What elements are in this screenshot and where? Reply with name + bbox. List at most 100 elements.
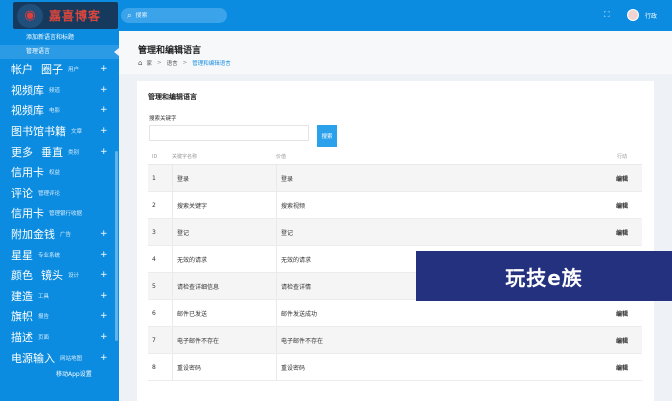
sidebar-item-categories[interactable]: 更多 垂直 类别 + [0,141,119,162]
keyword-input[interactable] [149,125,309,141]
row-id: 5 [152,282,156,290]
sidebar-item-label: 镜头 [41,269,63,283]
row-value: 登录 [276,165,602,191]
chevron-right-icon: > [182,60,188,66]
plus-icon: + [100,105,108,116]
row-value: 登记 [276,219,602,245]
row-id: 2 [152,201,156,209]
row-value: 重设密码 [276,354,602,380]
sidebar-item-sub: 工具 [38,293,50,300]
row-keyword: 请检查详细信息 [172,273,276,299]
header-id: ID [152,153,158,160]
sidebar-item-movies[interactable]: 视频库 电影 + [0,100,119,121]
watermark-text: 玩技e族 [505,265,583,290]
sidebar-item-label: 评论 [11,186,33,200]
sidebar-item-label: 旗帜 [11,310,33,324]
sidebar-subitem-manage-language[interactable]: 管理语言 [0,45,119,59]
edit-button[interactable]: 编辑 [602,336,642,345]
search-button[interactable]: 搜索 [317,125,337,147]
sidebar-item-sub: 用户 [68,67,80,74]
row-keyword: 登录 [172,165,276,191]
row-keyword: 电子邮件不存在 [172,327,276,353]
edit-button[interactable]: 编辑 [602,228,642,237]
sidebar-item-channels[interactable]: 视频库 频道 + [0,80,119,101]
row-id: 7 [152,336,156,344]
sidebar-item-sub: 报告 [38,314,50,321]
edit-button[interactable]: 编辑 [602,201,642,210]
sidebar-item-comments[interactable]: 评论 管理评论 [0,183,119,204]
search-input[interactable] [135,12,216,19]
row-id: 6 [152,309,156,317]
sidebar-item-sub: 页面 [38,335,50,342]
edit-button[interactable]: 编辑 [602,363,642,372]
fullscreen-icon[interactable]: ⛶ [604,10,610,20]
sidebar-item-sub: 专业系统 [38,252,61,259]
sidebar-item-label: 圈子 [41,63,63,77]
table-row: 7 电子邮件不存在 电子邮件不存在 编辑 [148,327,642,354]
sidebar-item-label: 更多 [11,145,33,159]
site-logo[interactable]: ◉ 嘉喜博客 [13,2,118,29]
sidebar-item-label: 附加金钱 [11,228,55,242]
plus-icon: + [100,64,108,75]
row-value: 电子邮件不存在 [276,327,602,353]
sidebar-item-design[interactable]: 颜色 镜头 设计 + [0,265,119,286]
header-action: 行动 [616,154,627,160]
content-card: 管理和编辑语言 搜索关键字 搜索 ID 关键字名称 价值 行动 1 登录 登录 … [137,81,654,401]
top-bar: ◉ 嘉喜博客 ⌕ ⛶ 行政 [0,0,672,31]
card-title: 管理和编辑语言 [148,93,197,101]
row-keyword: 无效的请求 [172,246,276,272]
user-name[interactable]: 行政 [645,11,657,20]
sidebar-item-label: 帐户 [11,63,33,77]
search-bar[interactable]: ⌕ [121,8,227,23]
table-row: 8 重设密码 重设密码 编辑 [148,354,642,381]
row-id: 1 [152,174,156,182]
breadcrumb-current: 管理和编辑语言 [192,61,231,67]
table-row: 1 登录 登录 编辑 [148,165,642,192]
table-header: ID 关键字名称 价值 行动 [148,149,642,165]
sidebar-item-pages[interactable]: 描述 页面 + [0,327,119,348]
plus-icon: + [100,249,108,260]
breadcrumb-language[interactable]: 语言 [167,59,178,67]
sidebar-scrollbar[interactable] [115,151,118,341]
table-row: 3 登记 登记 编辑 [148,219,642,246]
watermark-banner: 玩技e族 [416,251,672,301]
sidebar-item-sub: 频道 [49,87,61,94]
edit-button[interactable]: 编辑 [602,309,642,318]
sidebar-item-sub: 管理评论 [38,190,61,197]
sidebar-item-label: 颜色 [11,269,33,283]
avatar[interactable] [627,9,639,21]
search-icon: ⌕ [127,10,132,20]
row-id: 3 [152,228,156,236]
sidebar-item-credits[interactable]: 信用卡 权益 [0,162,119,183]
row-keyword: 邮件已发送 [172,300,276,326]
sidebar-item-ads[interactable]: 附加金钱 广告 + [0,224,119,245]
sidebar-item-label: 星星 [11,248,33,262]
plus-icon: + [100,229,108,240]
sidebar-item-account[interactable]: 帐户 圈子 用户 + [0,59,119,80]
sidebar-item-reports[interactable]: 旗帜 报告 + [0,306,119,327]
sidebar-item-sub: 文章 [71,129,83,136]
sidebar-item-sub: 网站地图 [60,355,83,362]
sidebar-item-sub: 设计 [68,273,80,280]
sidebar-item-tools[interactable]: 建造 工具 + [0,286,119,307]
row-value: 邮件发送成功 [276,300,602,326]
sidebar-item-label: 图书馆书籍 [11,125,66,139]
chevron-right-icon: > [156,60,162,66]
home-icon[interactable]: ⌂ [138,59,142,67]
sidebar-item-sub: 电影 [49,108,61,115]
sidebar: 添加新语言和标题 管理语言 帐户 圈子 用户 + 视频库 频道 + 视频库 电影… [0,31,119,401]
sidebar-item-articles[interactable]: 图书馆书籍 文章 + [0,121,119,142]
sidebar-item-label: 信用卡 [11,166,44,180]
sidebar-item-pro-system[interactable]: 星星 专业系统 + [0,244,119,265]
header-value: 价值 [276,154,287,160]
sidebar-item-label: 视频库 [11,104,44,118]
sidebar-item-mobile-app[interactable]: 移动App设置 [0,368,119,382]
sidebar-item-sitemap[interactable]: 电源输入 网站地图 + [0,347,119,368]
plus-icon: + [100,126,108,137]
logo-text: 嘉喜博客 [49,9,102,23]
sidebar-subitem-add-language[interactable]: 添加新语言和标题 [0,31,119,45]
keyword-label: 搜索关键字 [149,116,177,122]
sidebar-item-bank-receipts[interactable]: 信用卡 管理银行收据 [0,203,119,224]
breadcrumb-home[interactable]: 家 [146,59,152,67]
edit-button[interactable]: 编辑 [602,174,642,183]
